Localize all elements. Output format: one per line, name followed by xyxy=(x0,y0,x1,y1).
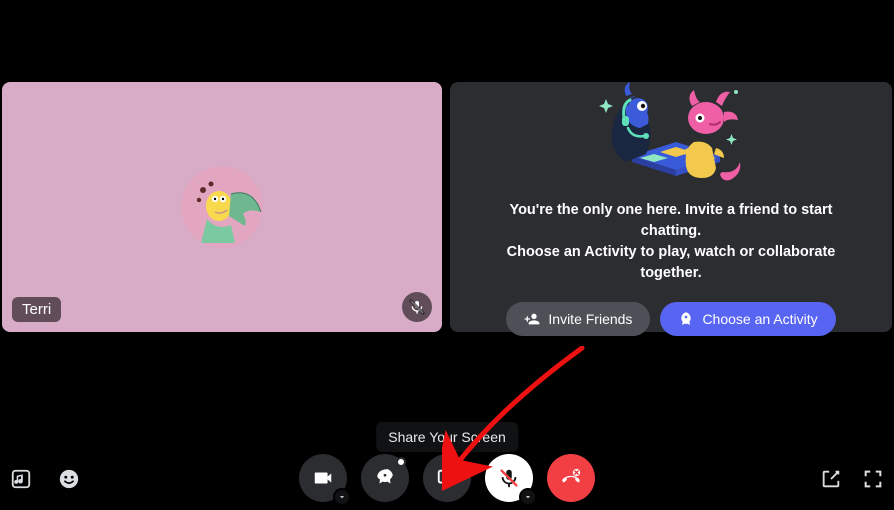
camera-button[interactable] xyxy=(299,454,347,502)
activities-button[interactable] xyxy=(361,454,409,502)
rocket-icon xyxy=(678,311,694,327)
empty-state-panel: You're the only one here. Invite a frien… xyxy=(450,82,892,332)
mic-options-chevron[interactable] xyxy=(519,488,537,506)
popout-button[interactable] xyxy=(818,466,844,492)
muted-indicator-badge xyxy=(402,292,432,322)
mic-muted-icon xyxy=(409,299,425,315)
avatar xyxy=(181,166,263,248)
camera-icon xyxy=(312,467,334,489)
chevron-down-icon xyxy=(337,492,347,502)
camera-options-chevron[interactable] xyxy=(333,488,351,506)
share-screen-button[interactable] xyxy=(423,454,471,502)
add-user-icon xyxy=(524,311,540,327)
phone-hangup-icon xyxy=(560,467,582,489)
participant-name: Terri xyxy=(12,297,61,322)
screen-share-icon xyxy=(436,467,458,489)
smile-icon xyxy=(58,468,80,490)
mic-muted-icon xyxy=(498,467,520,489)
invite-friends-button[interactable]: Invite Friends xyxy=(506,302,650,336)
mic-button[interactable] xyxy=(485,454,533,502)
fullscreen-button[interactable] xyxy=(860,466,886,492)
music-note-icon xyxy=(10,468,32,490)
soundboard-button[interactable] xyxy=(8,466,34,492)
disconnect-button[interactable] xyxy=(547,454,595,502)
activities-notification-dot xyxy=(396,457,406,467)
rocket-icon xyxy=(374,467,396,489)
emoji-button[interactable] xyxy=(56,466,82,492)
popout-icon xyxy=(820,468,842,490)
fullscreen-icon xyxy=(862,468,884,490)
empty-state-illustration xyxy=(582,78,760,188)
tooltip-share-screen: Share Your Screen xyxy=(376,422,518,452)
participant-tile-self[interactable]: Terri xyxy=(2,82,442,332)
choose-activity-button[interactable]: Choose an Activity xyxy=(660,302,835,336)
chevron-down-icon xyxy=(523,492,533,502)
call-controls-dock xyxy=(299,454,595,502)
empty-state-text: You're the only one here. Invite a frien… xyxy=(480,200,862,284)
